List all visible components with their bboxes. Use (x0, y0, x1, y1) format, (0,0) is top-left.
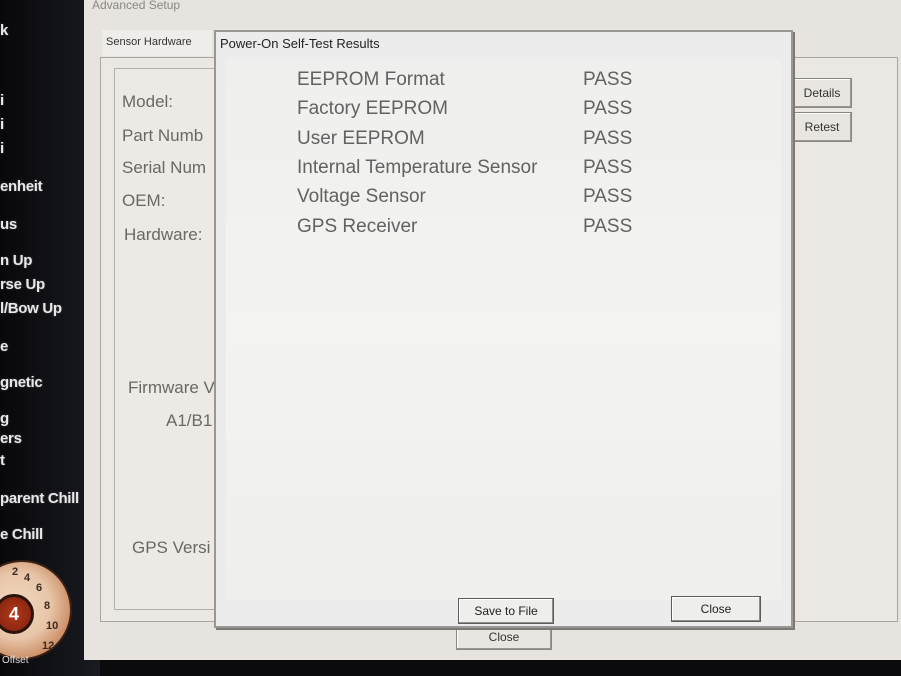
sidebar-item[interactable]: ers (0, 430, 22, 447)
test-status: PASS (583, 215, 633, 237)
oem-label: OEM: (122, 191, 166, 210)
serial-number-label: Serial Num (122, 158, 207, 177)
sidebar-item[interactable]: gnetic (0, 374, 43, 391)
retest-button[interactable]: Retest (792, 112, 852, 142)
test-name: Voltage Sensor (297, 186, 426, 208)
test-status: PASS (583, 156, 633, 178)
dial-offset-label: Offset (2, 655, 29, 666)
window-title: Advanced Setup (92, 0, 181, 12)
test-name: GPS Receiver (297, 215, 418, 237)
test-name: EEPROM Format (297, 69, 445, 90)
sidebar-item[interactable]: e (0, 338, 8, 355)
firmware-version-label: Firmware V (128, 378, 215, 397)
sidebar-item[interactable]: i (0, 140, 4, 157)
part-number-label: Part Numb (122, 126, 204, 145)
test-status: PASS (583, 127, 633, 149)
dialog-title: Power-On Self-Test Results (220, 36, 380, 51)
dial-tick-label: 12 (42, 640, 55, 652)
result-row: User EEPROM PASS (226, 128, 781, 156)
dialog-close-button[interactable]: Close (671, 596, 761, 622)
result-row: Internal Temperature Sensor PASS (226, 157, 781, 185)
dial-tick-label: 10 (46, 620, 59, 632)
model-label: Model: (122, 92, 174, 111)
gps-version-label: GPS Versi (132, 538, 211, 557)
test-status: PASS (583, 69, 633, 90)
test-status: PASS (583, 186, 633, 208)
result-row: GPS Receiver PASS (226, 216, 781, 244)
details-button[interactable]: Details (792, 78, 852, 108)
result-row: Voltage Sensor PASS (226, 186, 781, 214)
dial-tick-label: 4 (24, 572, 31, 584)
screen-bezel (100, 660, 901, 676)
test-status: PASS (583, 98, 633, 120)
sidebar-item[interactable]: rse Up (0, 276, 45, 293)
a1b1-label: A1/B1 (166, 411, 213, 430)
sidebar-item[interactable]: us (0, 216, 17, 233)
hardware-label: Hardware: (124, 225, 203, 244)
results-panel: EEPROM Format PASS Factory EEPROM PASS User … (226, 59, 781, 600)
result-row: Factory EEPROM PASS (226, 98, 781, 126)
sidebar-item[interactable]: enheit (0, 178, 43, 195)
test-name: Internal Temperature Sensor (297, 156, 538, 178)
test-name: User EEPROM (297, 127, 425, 149)
sidebar-item[interactable]: t (0, 452, 5, 469)
sidebar-item[interactable]: k (0, 22, 8, 39)
sidebar-item[interactable]: i (0, 116, 4, 133)
save-to-file-button[interactable]: Save to File (458, 598, 554, 624)
result-row: EEPROM Format PASS (226, 69, 781, 97)
sidebar-item[interactable]: g (0, 410, 9, 427)
sidebar-item[interactable]: n Up (0, 252, 32, 269)
tab-sensor-hardware[interactable]: Sensor Hardware (102, 30, 212, 56)
test-name: Factory EEPROM (297, 98, 448, 120)
sensor-info-box (114, 68, 226, 610)
post-results-dialog: Power-On Self-Test Results EEPROM Format… (214, 30, 793, 628)
dial-value: 4 (0, 594, 34, 634)
sidebar-item[interactable]: parent Chill (0, 490, 79, 507)
sidebar-item[interactable]: l/Bow Up (0, 300, 62, 317)
sidebar-item[interactable]: i (0, 92, 4, 109)
dial-tick-label: 6 (36, 582, 43, 594)
sidebar-item[interactable]: e Chill (0, 526, 43, 543)
dial-tick-label: 8 (44, 600, 51, 612)
dial-tick-label: 2 (12, 566, 19, 578)
